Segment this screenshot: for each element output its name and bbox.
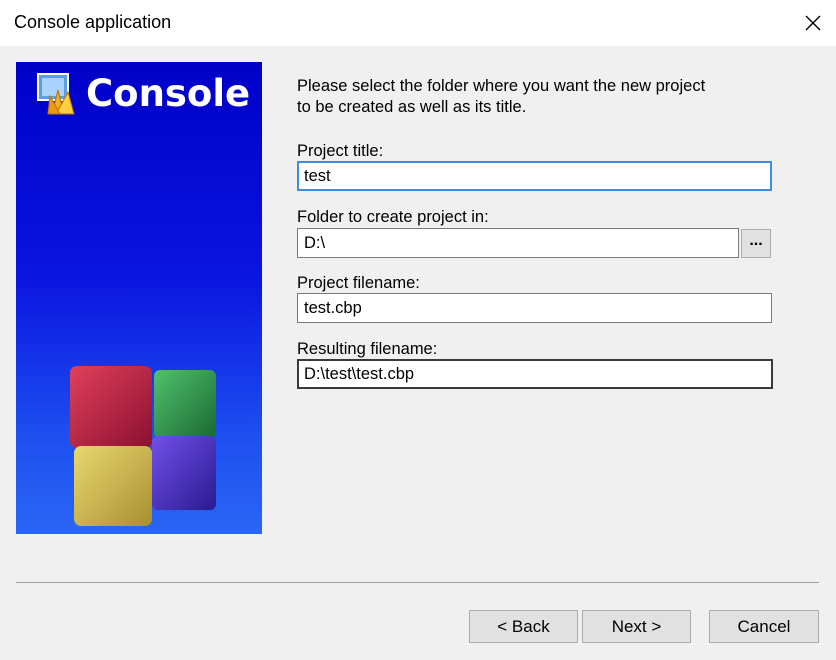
folder-label: Folder to create project in: (297, 208, 489, 226)
title-bar: Console application (0, 0, 836, 46)
project-title-label: Project title: (297, 142, 384, 160)
resulting-filename-label: Resulting filename: (297, 340, 438, 358)
next-button[interactable]: Next > (582, 610, 691, 643)
wizard-banner: Console (16, 62, 262, 534)
colored-cubes-icon (70, 366, 216, 526)
codeblocks-logo-icon (37, 73, 75, 115)
folder-input[interactable]: D:\ (297, 228, 739, 258)
project-filename-input[interactable]: test.cbp (297, 293, 772, 323)
instructions-text: Please select the folder where you want … (297, 77, 706, 116)
resulting-filename-field: D:\test\test.cbp (297, 359, 773, 389)
close-icon (805, 15, 821, 31)
back-button[interactable]: < Back (469, 610, 578, 643)
project-title-input[interactable]: test (297, 161, 772, 191)
banner-title: Console (86, 72, 251, 115)
browse-folder-button[interactable]: ... (741, 229, 771, 258)
cancel-button[interactable]: Cancel (709, 610, 819, 643)
window-title: Console application (14, 12, 172, 32)
close-button[interactable] (790, 0, 836, 46)
footer-separator (16, 582, 819, 583)
project-filename-label: Project filename: (297, 274, 420, 292)
